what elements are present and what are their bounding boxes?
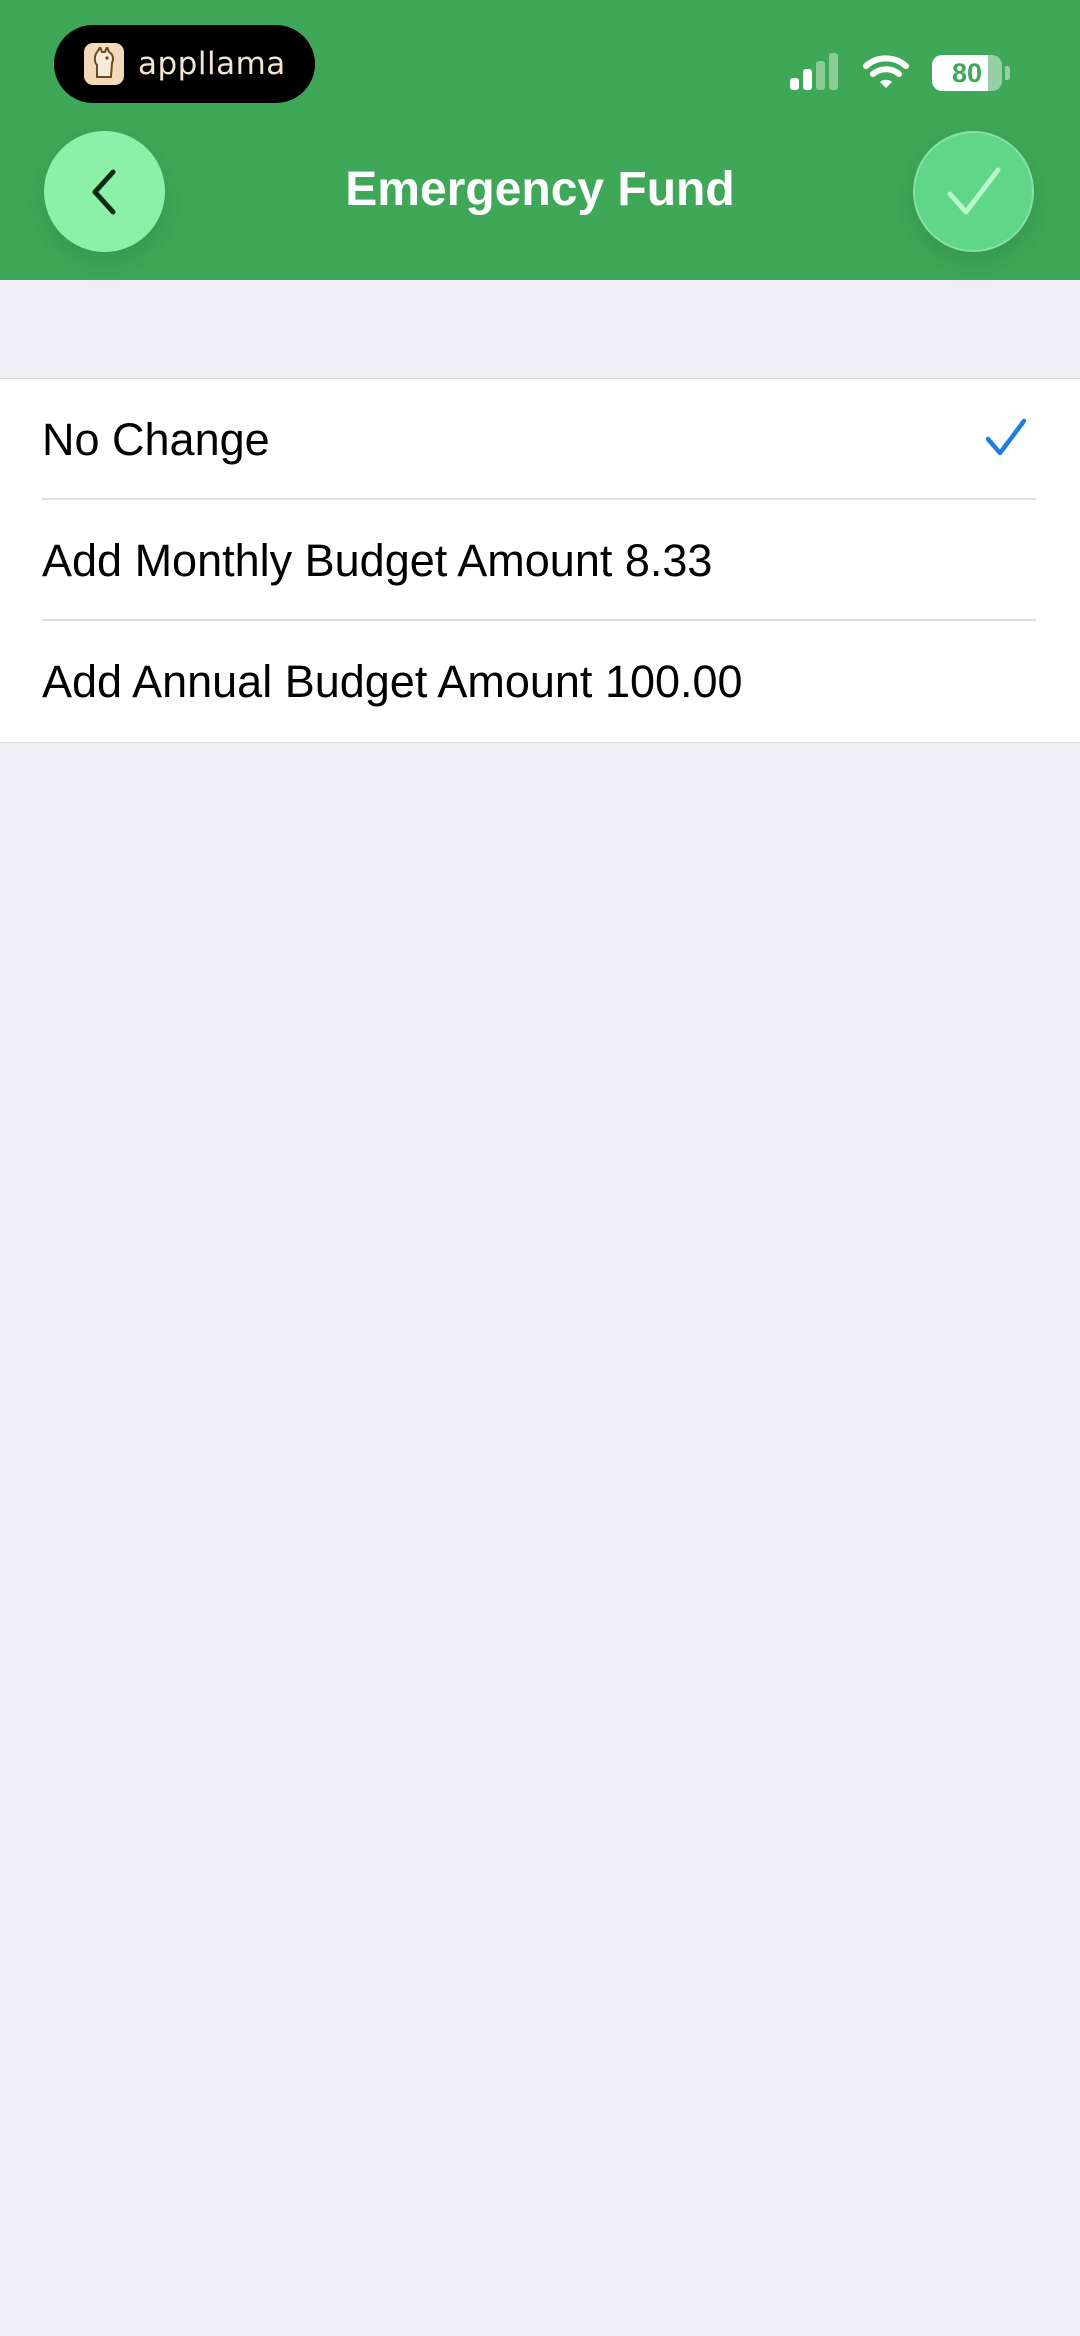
llama-logo-icon	[84, 43, 124, 85]
option-add-annual[interactable]: Add Annual Budget Amount 100.00	[0, 621, 1080, 742]
brand-name: appllama	[138, 46, 286, 82]
done-button[interactable]	[913, 131, 1034, 252]
signal-bar	[803, 69, 812, 90]
signal-bar	[816, 61, 825, 90]
option-no-change[interactable]: No Change	[0, 379, 1080, 500]
signal-bar	[790, 78, 799, 90]
battery-icon: 80	[932, 55, 1002, 91]
app-badge: appllama	[54, 25, 315, 103]
checkmark-icon	[947, 167, 1000, 214]
option-add-monthly[interactable]: Add Monthly Budget Amount 8.33	[0, 500, 1080, 621]
option-label: Add Annual Budget Amount 100.00	[42, 656, 743, 707]
back-button[interactable]	[44, 131, 165, 252]
selected-checkmark-icon	[985, 418, 1027, 456]
wifi-icon	[863, 55, 909, 88]
chevron-left-icon	[92, 169, 115, 214]
page-title: Emergency Fund	[345, 163, 735, 216]
top-bar: appllama 80 Emergency Fund	[0, 0, 1080, 280]
battery-level: 80	[951, 57, 983, 88]
options-list: No Change Add Monthly Budget Amount 8.33…	[0, 378, 1080, 743]
option-label: No Change	[42, 414, 270, 465]
battery-cap	[1005, 66, 1010, 80]
option-label: Add Monthly Budget Amount 8.33	[42, 535, 713, 586]
signal-bar	[829, 53, 838, 90]
